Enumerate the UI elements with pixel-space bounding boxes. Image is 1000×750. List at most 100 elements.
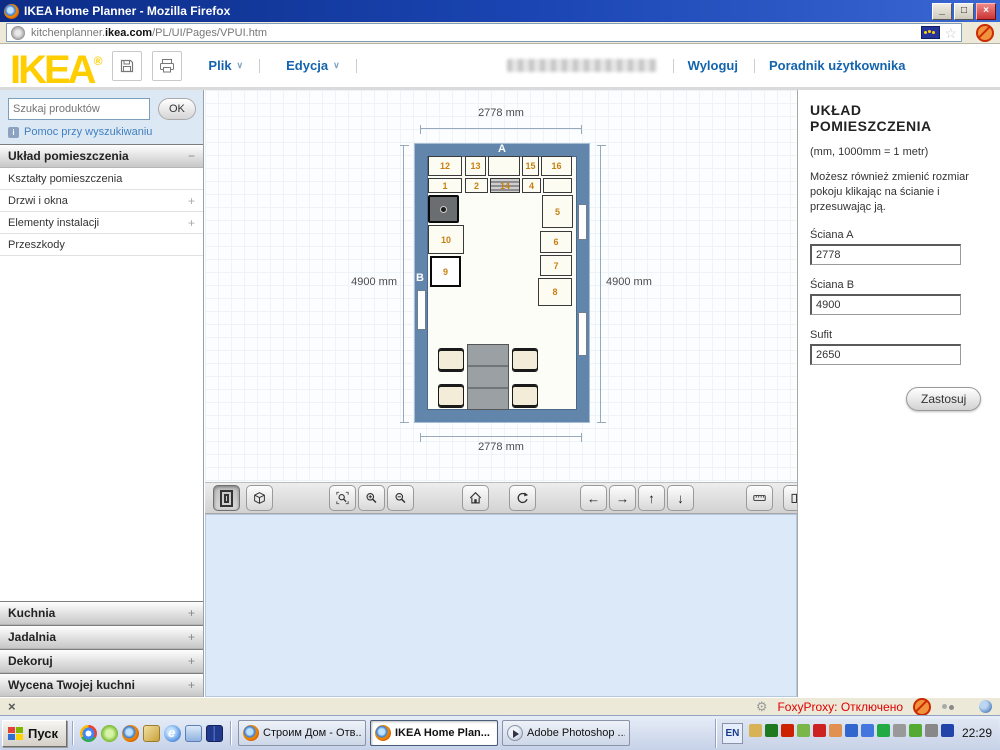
save-button[interactable] — [112, 51, 142, 81]
tray-icon[interactable] — [925, 724, 938, 737]
accordion-dekoruj[interactable]: Dekoruj+ — [0, 649, 203, 673]
bookmark-star-icon[interactable]: ☆ — [944, 27, 957, 39]
close-button[interactable]: × — [976, 3, 996, 20]
cabinet-15[interactable]: 15 — [522, 156, 539, 176]
blocker-icon[interactable] — [976, 24, 994, 42]
book-icon[interactable] — [206, 725, 223, 742]
menu-edycja[interactable]: Edycja∨ — [286, 58, 340, 73]
wall-b-label[interactable]: B — [416, 272, 424, 284]
restore-button[interactable]: □ — [954, 3, 974, 20]
chair[interactable] — [512, 348, 538, 372]
tray-icon[interactable] — [813, 724, 826, 737]
move-left-button[interactable]: ← — [580, 485, 607, 511]
table[interactable] — [467, 344, 509, 410]
tray-icon[interactable] — [845, 724, 858, 737]
search-input[interactable] — [8, 98, 150, 120]
tray-icon[interactable] — [765, 724, 778, 737]
floorplan-room[interactable]: A B 12131516121441095678 — [414, 143, 590, 423]
move-down-button[interactable]: ↓ — [667, 485, 694, 511]
apply-button[interactable]: Zastosuj — [906, 387, 981, 411]
eu-flag-icon[interactable] — [921, 26, 940, 39]
cabinet-1[interactable]: 1 — [428, 178, 462, 193]
extension-icon[interactable] — [941, 702, 955, 712]
start-button[interactable]: Пуск — [2, 720, 67, 747]
chrome-icon[interactable] — [80, 725, 97, 742]
cabinet-2[interactable]: 2 — [465, 178, 488, 193]
view-2d-button[interactable] — [213, 485, 240, 511]
cabinet-10[interactable]: 10 — [428, 225, 464, 254]
firefox-icon[interactable] — [122, 725, 139, 742]
punto-icon[interactable] — [143, 725, 160, 742]
rotate-button[interactable] — [509, 485, 536, 511]
home-view-button[interactable] — [462, 485, 489, 511]
accordion-kuchnia[interactable]: Kuchnia+ — [0, 601, 203, 625]
taskbar-clock[interactable]: 22:29 — [962, 726, 992, 740]
foxyproxy-disabled-icon[interactable] — [913, 698, 931, 716]
menu-plik[interactable]: Plik∨ — [208, 58, 243, 73]
window[interactable] — [578, 204, 587, 240]
sink-9[interactable]: 9 — [430, 256, 461, 287]
cabinet-12[interactable]: 12 — [428, 156, 462, 176]
taskbar-window-button[interactable]: Adobe Photoshop ... — [502, 720, 630, 746]
taskbar-window-button[interactable]: IKEA Home Plan... — [370, 720, 498, 746]
tray-icon[interactable] — [877, 724, 890, 737]
chair[interactable] — [438, 384, 464, 408]
wall-b-input[interactable] — [810, 294, 961, 315]
ie-icon[interactable] — [164, 725, 181, 742]
hob-14[interactable]: 14 — [490, 178, 520, 193]
view-3d-button[interactable] — [246, 485, 273, 511]
search-help-link[interactable]: Pomoc przy wyszukiwaniu — [24, 126, 152, 138]
accordion-wycena[interactable]: Wycena Twojej kuchni+ — [0, 673, 203, 697]
cabinet[interactable] — [543, 178, 572, 193]
chair[interactable] — [438, 348, 464, 372]
cabinet-6[interactable]: 6 — [540, 231, 572, 253]
minimize-button[interactable]: _ — [932, 3, 952, 20]
sidebar-item-drzwi-okna[interactable]: Drzwi i okna+ — [0, 190, 203, 212]
taskbar-window-button[interactable]: Строим Дом - Отв... — [238, 720, 366, 746]
cabinet-7[interactable]: 7 — [540, 255, 572, 276]
cabinet[interactable] — [488, 156, 520, 176]
move-up-button[interactable]: ↑ — [638, 485, 665, 511]
floorplan-canvas[interactable]: 2778 mm 4900 mm 4900 mm A B 121315161214… — [205, 90, 797, 482]
tray-icon[interactable] — [909, 724, 922, 737]
chair[interactable] — [512, 384, 538, 408]
user-guide-link[interactable]: Poradnik użytkownika — [769, 58, 906, 73]
tray-icon[interactable] — [749, 724, 762, 737]
icq-icon[interactable] — [101, 725, 118, 742]
print-button[interactable] — [152, 51, 182, 81]
cabinet-16[interactable]: 16 — [541, 156, 572, 176]
window[interactable] — [578, 312, 587, 356]
mail-icon[interactable] — [185, 725, 202, 742]
tray-icon[interactable] — [941, 724, 954, 737]
accordion-jadalnia[interactable]: Jadalnia+ — [0, 625, 203, 649]
cabinet-13[interactable]: 13 — [465, 156, 486, 176]
cabinet-4[interactable]: 4 — [522, 178, 541, 193]
tray-icon[interactable] — [861, 724, 874, 737]
sidebar-item-przeszkody[interactable]: Przeszkody — [0, 234, 203, 256]
appliance[interactable] — [428, 195, 459, 223]
gear-icon[interactable]: ⚙ — [756, 699, 768, 715]
zoom-out-button[interactable] — [387, 485, 414, 511]
foxyproxy-status[interactable]: FoxyProxy: Отключено — [777, 700, 903, 714]
search-ok-button[interactable]: OK — [158, 98, 196, 120]
url-input[interactable]: kitchenplanner.ikea.com/PL/UI/Pages/VPUI… — [6, 23, 962, 42]
wall-a-label[interactable]: A — [415, 143, 589, 155]
tray-icon[interactable] — [829, 724, 842, 737]
window[interactable] — [417, 290, 426, 330]
wall-a-input[interactable] — [810, 244, 961, 265]
cabinet-8[interactable]: 8 — [538, 278, 572, 306]
sidebar-item-elementy-instalacji[interactable]: Elementy instalacji+ — [0, 212, 203, 234]
language-indicator[interactable]: EN — [722, 723, 743, 744]
tray-icon[interactable] — [797, 724, 810, 737]
tray-icon[interactable] — [781, 724, 794, 737]
ceiling-input[interactable] — [810, 344, 961, 365]
measure-button[interactable] — [746, 485, 773, 511]
logout-link[interactable]: Wyloguj — [688, 58, 738, 73]
sidebar-item-ksztalty[interactable]: Kształty pomieszczenia — [0, 168, 203, 190]
zoom-in-button[interactable] — [358, 485, 385, 511]
cabinet-5[interactable]: 5 — [542, 195, 573, 228]
tray-icon[interactable] — [893, 724, 906, 737]
section-uklad-pomieszczenia[interactable]: Układ pomieszczenia − — [0, 144, 203, 168]
move-right-button[interactable]: → — [609, 485, 636, 511]
findbar-close-icon[interactable]: × — [8, 700, 16, 713]
